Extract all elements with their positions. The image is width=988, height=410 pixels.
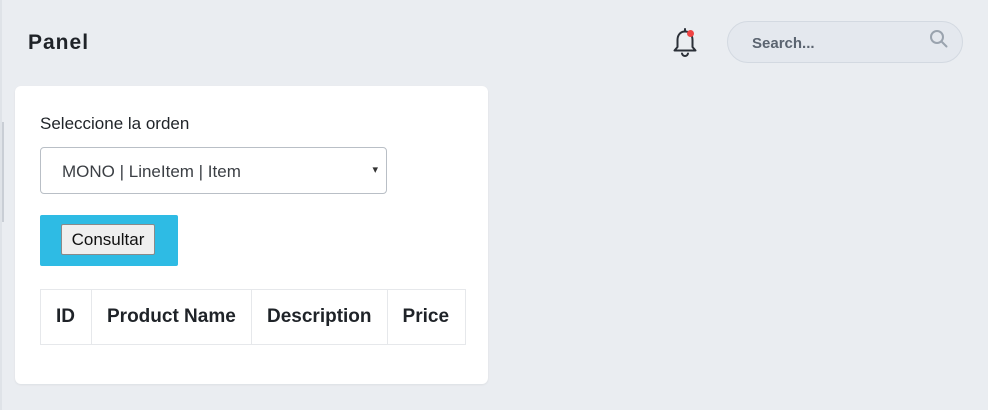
search-icon-svg	[930, 30, 948, 48]
search-icon[interactable]	[928, 28, 950, 50]
column-header-description: Description	[251, 289, 388, 345]
order-card: Seleccione la orden MONO | LineItem | It…	[15, 86, 488, 384]
bell-icon-svg	[673, 28, 697, 58]
order-select[interactable]: MONO | LineItem | Item ▾	[40, 147, 387, 194]
column-header-price: Price	[386, 289, 466, 345]
sidebar-handle[interactable]	[2, 122, 4, 222]
page: Panel Seleccione la orden MONO | LineIte…	[0, 0, 988, 410]
chevron-down-icon: ▾	[372, 164, 378, 176]
search-box[interactable]	[727, 21, 963, 63]
consultar-button-container: Consultar	[40, 215, 178, 266]
products-table: ID Product Name Description Price	[40, 289, 466, 345]
column-header-product-name: Product Name	[91, 289, 252, 345]
order-select-value: MONO | LineItem | Item	[62, 162, 241, 181]
search-input[interactable]	[752, 33, 922, 53]
notification-dot	[687, 30, 694, 37]
order-select-label: Seleccione la orden	[40, 114, 190, 133]
table-header: ID Product Name Description Price	[40, 289, 466, 345]
column-header-id: ID	[40, 289, 92, 345]
table-header-row: ID Product Name Description Price	[40, 289, 466, 345]
consultar-button[interactable]: Consultar	[61, 224, 155, 255]
page-title: Panel	[28, 31, 90, 54]
bell-icon[interactable]	[671, 28, 699, 58]
